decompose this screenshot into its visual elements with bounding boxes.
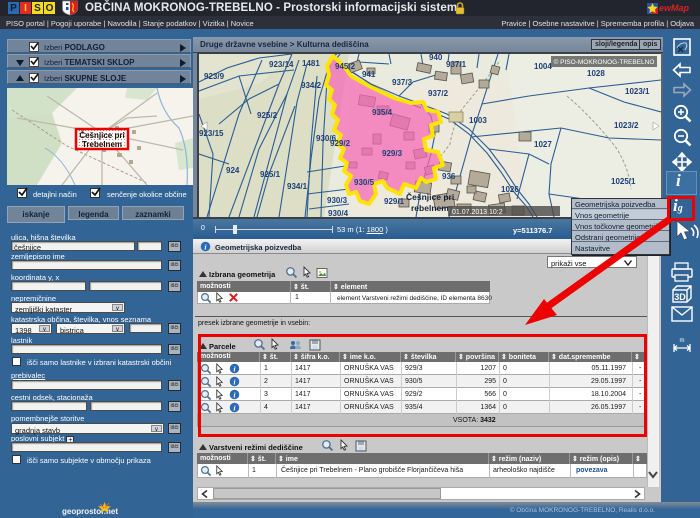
svg-text:923/15: 923/15 bbox=[199, 129, 224, 138]
svg-text:1004: 1004 bbox=[534, 62, 552, 71]
svg-text:924: 924 bbox=[226, 166, 240, 175]
svg-text:936: 936 bbox=[442, 172, 456, 181]
svg-text:Trebelnem: Trebelnem bbox=[82, 140, 122, 149]
svg-text:923/9: 923/9 bbox=[204, 72, 225, 81]
svg-text:937/3: 937/3 bbox=[392, 78, 413, 87]
svg-text:1023/2: 1023/2 bbox=[614, 121, 639, 130]
svg-text:925/1: 925/1 bbox=[260, 170, 281, 179]
svg-text:1003: 1003 bbox=[469, 116, 487, 125]
svg-text:m: m bbox=[680, 338, 685, 344]
svg-text:1026: 1026 bbox=[501, 185, 519, 194]
svg-text:925/2: 925/2 bbox=[257, 111, 278, 120]
svg-text:1481: 1481 bbox=[302, 59, 320, 68]
svg-text:929/2: 929/2 bbox=[330, 139, 351, 148]
svg-text:930/4: 930/4 bbox=[328, 209, 349, 217]
svg-text:923/14: 923/14 bbox=[269, 60, 294, 69]
svg-text:© PISO-MOKRONOG-TREBELNO: © PISO-MOKRONOG-TREBELNO bbox=[554, 58, 655, 66]
svg-text:01.07.2013 10:2: 01.07.2013 10:2 bbox=[452, 209, 503, 216]
svg-text:935/4: 935/4 bbox=[372, 108, 393, 117]
svg-text:1025/1: 1025/1 bbox=[611, 177, 636, 186]
svg-text:930/3: 930/3 bbox=[327, 196, 348, 205]
svg-text:3D: 3D bbox=[674, 292, 686, 302]
svg-text:929/1: 929/1 bbox=[384, 197, 405, 206]
svg-text:940: 940 bbox=[429, 54, 443, 62]
svg-text:937/1: 937/1 bbox=[446, 60, 467, 69]
svg-text:1027: 1027 bbox=[534, 140, 552, 149]
svg-text:934/1: 934/1 bbox=[287, 182, 308, 191]
svg-text:929/3: 929/3 bbox=[382, 149, 403, 158]
svg-text:934/2: 934/2 bbox=[301, 81, 322, 90]
svg-text:1023/1: 1023/1 bbox=[625, 87, 650, 96]
svg-text:930/5: 930/5 bbox=[354, 178, 375, 187]
svg-text:937/2: 937/2 bbox=[428, 89, 449, 98]
svg-text:945/2: 945/2 bbox=[335, 62, 356, 71]
svg-text:1028: 1028 bbox=[587, 69, 605, 78]
svg-text:Češnjice pri: Češnjice pri bbox=[79, 131, 124, 140]
svg-text:Češnjice pri: Češnjice pri bbox=[406, 191, 454, 202]
svg-text:941: 941 bbox=[362, 70, 376, 79]
svg-text:rebelnem: rebelnem bbox=[411, 203, 449, 213]
